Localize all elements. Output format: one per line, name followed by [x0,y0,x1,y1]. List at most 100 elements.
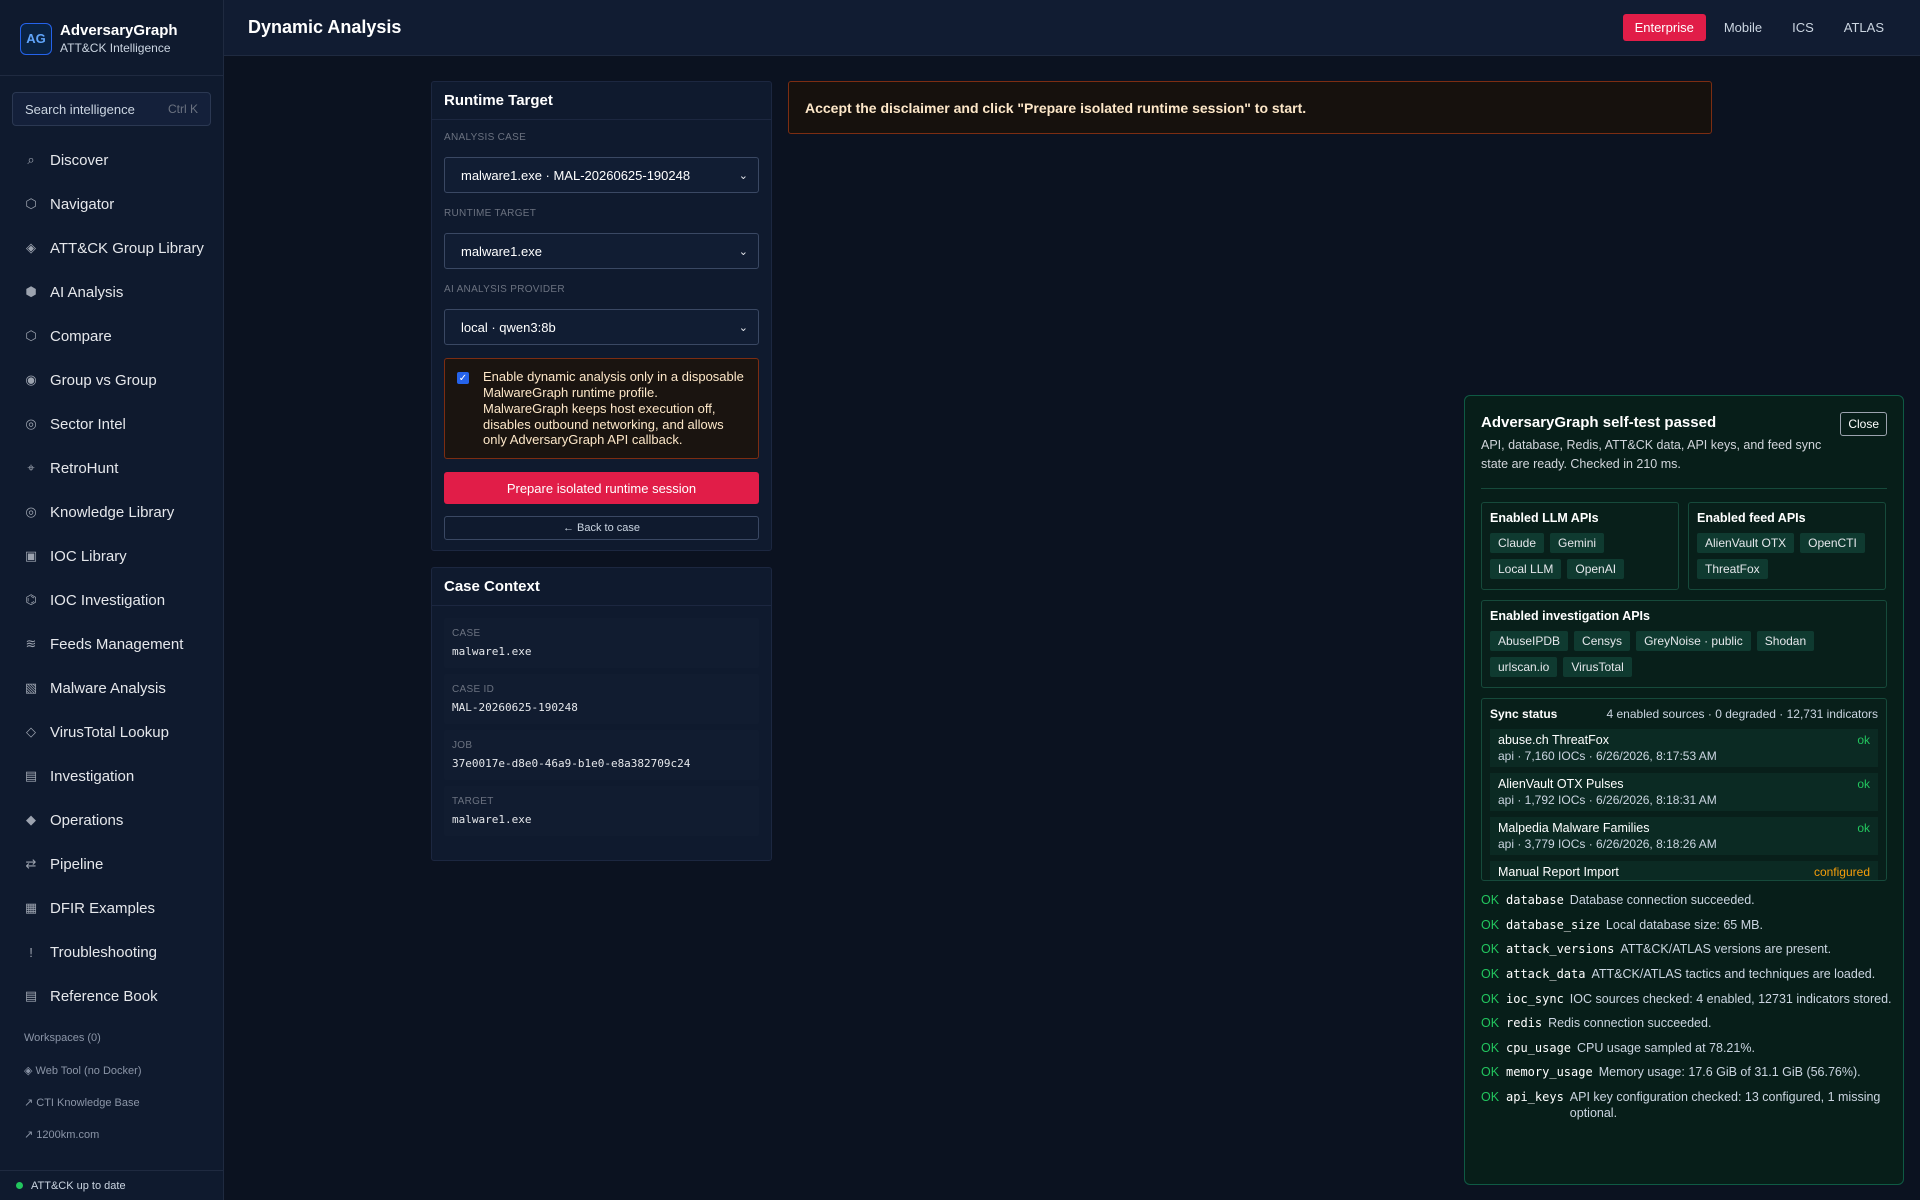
discover-icon: ⌕ [27,152,35,167]
sidebar-item-group-vs-group[interactable]: ◉ Group vs Group [0,358,223,402]
check-row: OK ioc_sync IOC sources checked: 4 enabled… [1481,992,1893,1008]
api-chip: Local LLM [1490,559,1562,579]
attack-status: ATT&CK up to date [0,1170,223,1200]
disclaimer-checkbox[interactable]: ✓ [457,372,469,384]
sidebar: AG AdversaryGraph ATT&CK Intelligence Se… [0,0,224,1200]
sidebar-item-label: Compare [50,327,112,345]
selftest-checks: OK database Database connection succeeded.… [1481,893,1893,1130]
sidebar-item-sector-intel[interactable]: ◎ Sector Intel [0,402,223,446]
api-chip: ThreatFox [1697,559,1768,579]
sync-status-badge: ok [1857,821,1870,835]
check-message: IOC sources checked: 4 enabled, 12731 in… [1569,991,1892,1006]
check-status: OK [1481,917,1500,932]
sidebar-item-label: ATT&CK Group Library [50,239,204,257]
check-key: api_keys [1506,1090,1564,1104]
sidebar-item-label: Discover [50,151,109,169]
sidebar-item-retrohunt[interactable]: ⌖ RetroHunt [0,446,223,490]
search-shortcut: Ctrl K [168,102,198,116]
sidebar-item-malware-analysis[interactable]: ▧ Malware Analysis [0,666,223,710]
sidebar-item-virustotal-lookup[interactable]: ◇ VirusTotal Lookup [0,710,223,754]
sidebar-item-dfir-examples[interactable]: ▦ DFIR Examples [0,886,223,930]
api-chip: Censys [1574,631,1631,651]
check-key: database [1506,893,1564,907]
sidebar-item-discover[interactable]: ⌕ Discover [0,138,223,182]
api-chip: AlienVault OTX [1697,533,1795,553]
disclaimer-alert: Accept the disclaimer and click "Prepare… [788,81,1712,134]
sidebar-item-ioc-investigation[interactable]: ⌬ IOC Investigation [0,578,223,622]
api-chip: AbuseIPDB [1490,631,1569,651]
app-name: AdversaryGraph [60,22,178,39]
sidebar-item-troubleshooting[interactable]: ! Troubleshooting [0,930,223,974]
analysis-case-select[interactable]: malware1.exe · MAL-20260625-190248 ⌄ [444,157,759,193]
ai-provider-label: AI analysis provider [444,284,565,295]
api-chip: GreyNoise · public [1636,631,1751,651]
page-title: Dynamic Analysis [248,17,402,37]
ai-provider-select[interactable]: local · qwen3:8b ⌄ [444,309,759,345]
sidebar-item-investigation[interactable]: ▤ Investigation [0,754,223,798]
tab-enterprise[interactable]: Enterprise [1622,14,1706,41]
runtime-target-label: Runtime target [444,208,537,219]
sidebar-item-feeds-management[interactable]: ≋ Feeds Management [0,622,223,666]
web-tool-link[interactable]: ◈ Web Tool (no Docker) [0,1054,223,1086]
sidebar-nav: ⌕ Discover ⬡ Navigator ◈ ATT&CK Group Library… [0,138,223,1018]
check-key: attack_versions [1506,942,1615,957]
sidebar-item-pipeline[interactable]: ⇄ Pipeline [0,842,223,886]
sync-status-badge: configured [1813,865,1870,879]
sidebar-item-label: IOC Investigation [50,591,166,609]
check-message: CPU usage sampled at 78.21%. [1577,1040,1755,1055]
llm-apis-box: Enabled LLM APIs Claude Gemini Local LLM Op… [1481,502,1679,590]
tab-mobile[interactable]: Mobile [1712,14,1774,41]
sidebar-item-ai-analysis[interactable]: ⬢ AI Analysis [0,270,223,314]
context-field-label: Target [452,796,494,807]
sidebar-item-label: Group vs Group [50,371,157,389]
runtime-target-select[interactable]: malware1.exe ⌄ [444,233,759,269]
sidebar-item-reference-book[interactable]: ▤ Reference Book [0,974,223,1018]
disclaimer-text: Enable dynamic analysis only in a dispos… [483,369,744,448]
search-input[interactable]: Search intelligence Ctrl K [12,92,211,126]
sync-detail: api · 1,792 IOCs · 6/26/2026, 8:18:31 AM [1498,793,1717,807]
sync-status-box[interactable]: Sync status 4 enabled sources · 0 degrad… [1481,698,1887,881]
sync-source-name: Manual Report Import [1498,865,1619,879]
brand[interactable]: AG AdversaryGraph ATT&CK Intelligence [0,0,223,76]
knowledge-library-icon: ◎ [25,504,37,519]
operations-icon: ◆ [26,812,36,827]
retrohunt-icon: ⌖ [27,460,35,475]
virustotal-lookup-icon: ◇ [26,724,36,739]
pipeline-icon: ⇄ [25,856,37,871]
navigator-icon: ⬡ [25,196,37,211]
check-key: database_size [1506,917,1600,932]
check-message: Local database size: 65 MB. [1605,917,1763,932]
check-row: OK attack_versions ATT&CK/ATLAS versions a… [1481,942,1893,958]
sidebar-item-label: Troubleshooting [50,943,158,961]
context-field-value: malware1.exe [452,645,532,658]
cti-knowledge-base-link[interactable]: ↗ CTI Knowledge Base [0,1086,223,1118]
sidebar-item-compare[interactable]: ⬡ Compare [0,314,223,358]
check-row: OK database_size Local database size: 65 M… [1481,918,1893,934]
prepare-session-button[interactable]: Prepare isolated runtime session [444,472,759,505]
llm-apis-title: Enabled LLM APIs [1490,511,1599,525]
ai-provider-value: local · qwen3:8b [461,319,556,335]
sidebar-item-label: Malware Analysis [50,679,166,697]
check-row: OK redis Redis connection succeeded. [1481,1016,1893,1032]
close-button[interactable]: Close [1840,412,1887,436]
check-message: Memory usage: 17.6 GiB of 31.1 GiB (56.7… [1598,1065,1861,1080]
workspaces-link[interactable]: Workspaces (0) [0,1022,223,1054]
api-chip: OpenCTI [1800,533,1865,553]
sidebar-item-operations[interactable]: ◆ Operations [0,798,223,842]
check-status: OK [1481,1090,1500,1104]
sidebar-item-group-library[interactable]: ◈ ATT&CK Group Library [0,226,223,270]
sidebar-item-knowledge-library[interactable]: ◎ Knowledge Library [0,490,223,534]
sync-source-name: AlienVault OTX Pulses [1498,777,1624,791]
sync-status-badge: ok [1857,777,1870,791]
tab-atlas[interactable]: ATLAS [1832,14,1896,41]
runtime-target-title: Runtime Target [432,82,771,120]
tab-ics[interactable]: ICS [1780,14,1826,41]
sidebar-item-ioc-library[interactable]: ▣ IOC Library [0,534,223,578]
sidebar-item-navigator[interactable]: ⬡ Navigator [0,182,223,226]
sidebar-item-label: Operations [50,811,124,829]
site-link[interactable]: ↗ 1200km.com [0,1118,223,1150]
chevron-down-icon: ⌄ [738,169,748,182]
api-chip: OpenAI [1567,559,1625,579]
check-message: ATT&CK/ATLAS versions are present. [1620,942,1832,957]
back-to-case-button[interactable]: ← Back to case [444,516,759,541]
